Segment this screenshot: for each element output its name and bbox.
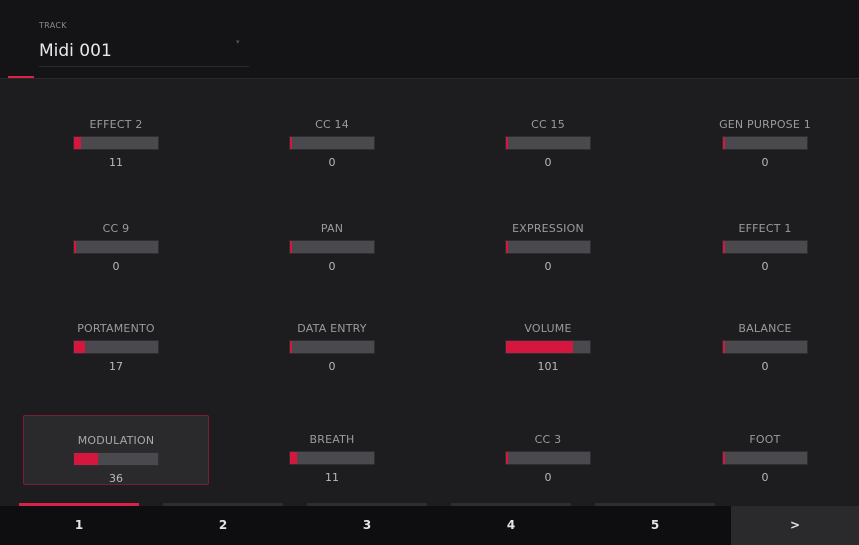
control-value: 11	[325, 471, 339, 484]
control-label: CC 3	[534, 433, 562, 446]
track-selector[interactable]: Midi 001	[39, 41, 112, 61]
level-bar-fill	[74, 137, 82, 149]
tab-page-4[interactable]: 4	[451, 506, 571, 545]
page-tab-bar: 1 2 3 4 5 >	[0, 506, 859, 545]
control-value: 0	[328, 156, 336, 169]
level-bar-fill	[74, 453, 98, 465]
control-expression[interactable]: EXPRESSION 0	[455, 204, 641, 274]
control-label: EFFECT 2	[89, 118, 143, 131]
level-bar-fill	[506, 241, 508, 253]
level-bar-fill	[506, 341, 573, 353]
level-bar-fill	[290, 241, 292, 253]
control-value: 0	[544, 471, 552, 484]
control-label: PORTAMENTO	[77, 322, 155, 335]
control-value: 101	[537, 360, 559, 373]
control-balance[interactable]: BALANCE 0	[672, 304, 858, 374]
level-bar-fill	[290, 137, 292, 149]
control-value: 0	[761, 471, 769, 484]
control-cc-15[interactable]: CC 15 0	[455, 100, 641, 170]
track-selector-underline	[39, 66, 249, 67]
level-bar-fill	[506, 452, 508, 464]
level-bar[interactable]	[289, 340, 375, 354]
header-divider	[0, 78, 859, 79]
control-foot[interactable]: FOOT 0	[672, 415, 858, 485]
control-portamento[interactable]: PORTAMENTO 17	[23, 304, 209, 374]
control-value: 11	[109, 156, 123, 169]
control-value: 0	[328, 360, 336, 373]
level-bar[interactable]	[289, 136, 375, 150]
level-bar-fill	[723, 241, 725, 253]
level-bar[interactable]	[722, 451, 808, 465]
level-bar-fill	[723, 452, 725, 464]
control-value: 0	[761, 260, 769, 273]
control-label: CC 14	[315, 118, 349, 131]
level-bar[interactable]	[73, 240, 159, 254]
level-bar[interactable]	[722, 340, 808, 354]
control-label: EXPRESSION	[512, 222, 584, 235]
control-value: 0	[761, 360, 769, 373]
control-label: BALANCE	[738, 322, 792, 335]
control-label: FOOT	[749, 433, 781, 446]
control-volume[interactable]: VOLUME 101	[455, 304, 641, 374]
level-bar[interactable]	[73, 136, 159, 150]
level-bar[interactable]	[505, 451, 591, 465]
control-data-entry[interactable]: DATA ENTRY 0	[239, 304, 425, 374]
control-value: 0	[544, 260, 552, 273]
midi-control-grid: EFFECT 2 11 CC 14 0 CC 15 0 GEN PURPOSE 1 0 CC 9…	[0, 100, 859, 500]
control-label: VOLUME	[524, 322, 572, 335]
control-modulation[interactable]: MODULATION 36	[23, 415, 209, 485]
level-bar-fill	[290, 341, 292, 353]
level-bar[interactable]	[505, 340, 591, 354]
level-bar[interactable]	[722, 136, 808, 150]
tab-page-5[interactable]: 5	[595, 506, 715, 545]
level-bar-fill	[506, 137, 508, 149]
control-breath[interactable]: BREATH 11	[239, 415, 425, 485]
control-value: 0	[112, 260, 120, 273]
control-value: 0	[544, 156, 552, 169]
level-bar-fill	[74, 341, 86, 353]
level-bar[interactable]	[73, 452, 159, 466]
control-pan[interactable]: PAN 0	[239, 204, 425, 274]
control-label: DATA ENTRY	[297, 322, 367, 335]
control-label: EFFECT 1	[738, 222, 792, 235]
control-value: 0	[328, 260, 336, 273]
track-label: TRACK	[39, 21, 67, 30]
level-bar[interactable]	[505, 240, 591, 254]
control-gen-purpose-1[interactable]: GEN PURPOSE 1 0	[672, 100, 858, 170]
level-bar-fill	[723, 137, 725, 149]
control-label: CC 15	[531, 118, 565, 131]
control-value: 0	[761, 156, 769, 169]
control-label: PAN	[320, 222, 344, 235]
control-cc-14[interactable]: CC 14 0	[239, 100, 425, 170]
control-effect-2[interactable]: EFFECT 2 11	[23, 100, 209, 170]
control-cc-9[interactable]: CC 9 0	[23, 204, 209, 274]
control-label: BREATH	[309, 433, 355, 446]
level-bar[interactable]	[73, 340, 159, 354]
level-bar[interactable]	[722, 240, 808, 254]
level-bar-fill	[74, 241, 76, 253]
level-bar[interactable]	[289, 240, 375, 254]
level-bar-fill	[290, 452, 298, 464]
tab-page-2[interactable]: 2	[163, 506, 283, 545]
chevron-down-icon[interactable]: ▾	[236, 38, 240, 46]
tab-page-1[interactable]: 1	[19, 506, 139, 545]
control-value: 36	[109, 472, 123, 485]
tab-page-3[interactable]: 3	[307, 506, 427, 545]
control-label: MODULATION	[77, 434, 155, 447]
control-value: 17	[109, 360, 123, 373]
control-label: GEN PURPOSE 1	[719, 118, 811, 131]
next-page-button[interactable]: >	[731, 506, 859, 545]
level-bar-fill	[723, 341, 725, 353]
level-bar[interactable]	[289, 451, 375, 465]
level-bar[interactable]	[505, 136, 591, 150]
track-header: TRACK Midi 001 ▾	[0, 0, 859, 78]
control-label: CC 9	[102, 222, 130, 235]
control-effect-1[interactable]: EFFECT 1 0	[672, 204, 858, 274]
control-cc-3[interactable]: CC 3 0	[455, 415, 641, 485]
